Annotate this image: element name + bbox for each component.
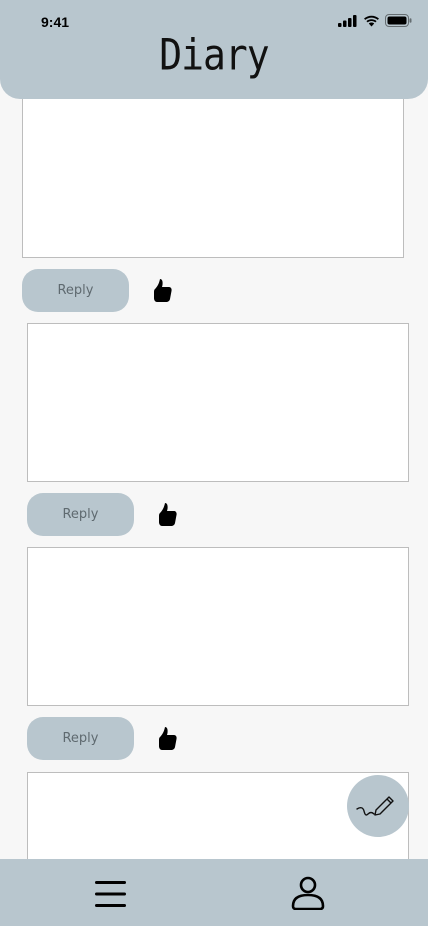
page-title: Diary bbox=[159, 30, 269, 80]
app-header: 9:41 Diary bbox=[0, 0, 428, 99]
reply-button[interactable]: Reply bbox=[27, 717, 134, 760]
wifi-icon bbox=[364, 15, 379, 26]
bottom-nav bbox=[0, 859, 428, 926]
status-icons bbox=[338, 14, 412, 27]
thumbs-up-icon[interactable] bbox=[155, 502, 179, 528]
battery-icon bbox=[385, 14, 412, 27]
status-time: 9:41 bbox=[41, 14, 70, 30]
signal-icon bbox=[338, 14, 357, 27]
new-entry-button[interactable] bbox=[347, 775, 409, 837]
profile-icon[interactable] bbox=[291, 876, 325, 910]
diary-entry-card[interactable] bbox=[27, 547, 409, 706]
thumbs-up-icon[interactable] bbox=[155, 726, 179, 752]
menu-icon[interactable] bbox=[95, 880, 127, 908]
thumbs-up-icon[interactable] bbox=[150, 278, 174, 304]
diary-entry-card[interactable] bbox=[27, 323, 409, 482]
pen-signature-icon bbox=[356, 796, 394, 816]
reply-button[interactable]: Reply bbox=[22, 269, 129, 312]
reply-button[interactable]: Reply bbox=[27, 493, 134, 536]
